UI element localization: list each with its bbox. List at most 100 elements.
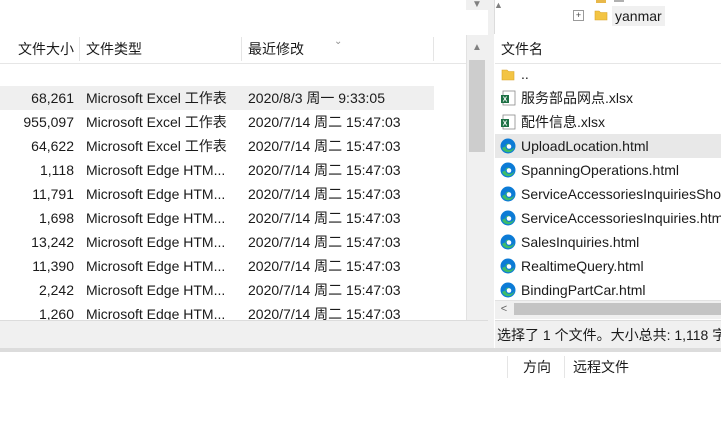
file-name: UploadLocation.html: [521, 138, 649, 154]
table-row[interactable]: 68,261 Microsoft Excel 工作表 2020/8/3 周一 9…: [0, 86, 434, 110]
file-name: BindingPartCar.html: [521, 282, 646, 298]
sort-descending-icon: ⌄: [334, 36, 343, 47]
folder-icon: [594, 10, 608, 21]
table-row[interactable]: 1,118 Microsoft Edge HTM... 2020/7/14 周二…: [0, 158, 434, 182]
edge-icon: [500, 186, 516, 202]
table-row[interactable]: 64,622 Microsoft Excel 工作表 2020/7/14 周二 …: [0, 134, 434, 158]
cell-modified: 2020/7/14 周二 15:47:03: [248, 186, 401, 202]
scroll-up-arrow-icon[interactable]: ▲: [466, 40, 488, 56]
excel-icon: X: [501, 114, 516, 130]
column-header-modified[interactable]: 最近修改: [248, 35, 304, 63]
table-row[interactable]: 11,390 Microsoft Edge HTM... 2020/7/14 周…: [0, 254, 434, 278]
list-item[interactable]: SpanningOperations.html: [495, 158, 721, 182]
column-divider[interactable]: [564, 356, 565, 378]
local-status-bar: [0, 320, 488, 349]
list-item[interactable]: X 配件信息.xlsx: [495, 110, 721, 134]
tree-expand-icon[interactable]: +: [573, 10, 584, 21]
cell-type: Microsoft Edge HTM...: [86, 234, 226, 250]
cell-modified: 2020/8/3 周一 9:33:05: [248, 90, 385, 106]
cell-type: Microsoft Edge HTM...: [86, 162, 226, 178]
list-item[interactable]: ServiceAccessoriesInquiriesSho: [495, 182, 721, 206]
column-header-type[interactable]: 文件类型: [86, 35, 142, 63]
list-item[interactable]: X 服务部品网点.xlsx: [495, 86, 721, 110]
edge-icon: [500, 282, 516, 298]
cell-size: 1,260: [38, 306, 74, 320]
file-name: 配件信息.xlsx: [521, 114, 605, 130]
column-header-remote-file[interactable]: 远程文件: [573, 352, 629, 382]
cell-modified: 2020/7/14 周二 15:47:03: [248, 210, 401, 226]
cell-type: Microsoft Edge HTM...: [86, 210, 226, 226]
list-item[interactable]: BindingPartCar.html: [495, 278, 721, 300]
cell-type: Microsoft Excel 工作表: [86, 138, 227, 154]
table-row[interactable]: 1,260 Microsoft Edge HTM... 2020/7/14 周二…: [0, 302, 434, 320]
edge-icon: [500, 210, 516, 226]
cell-type: Microsoft Excel 工作表: [86, 90, 227, 106]
excel-icon: X: [501, 90, 516, 106]
cell-size: 2,242: [38, 282, 74, 298]
scrollbar-thumb[interactable]: [469, 60, 485, 152]
pane-splitter[interactable]: [488, 0, 494, 348]
cell-modified: 2020/7/14 周二 15:47:03: [248, 162, 401, 178]
table-row[interactable]: 13,242 Microsoft Edge HTM... 2020/7/14 周…: [0, 230, 434, 254]
file-name: SalesInquiries.html: [521, 234, 640, 250]
file-name: 服务部品网点.xlsx: [521, 90, 633, 106]
scroll-left-arrow-icon[interactable]: <: [497, 300, 511, 318]
svg-text:X: X: [503, 121, 508, 128]
cell-type: Microsoft Edge HTM...: [86, 282, 226, 298]
column-header-size[interactable]: 文件大小: [18, 35, 74, 63]
selection-status-text: 选择了 1 个文件。大小总共: 1,118 字: [497, 327, 721, 343]
file-name: ServiceAccessoriesInquiriesSho: [521, 186, 721, 202]
list-item[interactable]: ServiceAccessoriesInquiries.htm: [495, 206, 721, 230]
cell-size: 64,622: [31, 138, 74, 154]
cell-type: Microsoft Edge HTM...: [86, 258, 226, 274]
list-item[interactable]: SalesInquiries.html: [495, 230, 721, 254]
list-item[interactable]: RealtimeQuery.html: [495, 254, 721, 278]
cell-size: 68,261: [31, 90, 74, 106]
cell-modified: 2020/7/14 周二 15:47:03: [248, 138, 401, 154]
cell-size: 1,118: [40, 162, 74, 178]
cell-modified: 2020/7/14 周二 15:47:03: [248, 306, 401, 320]
tree-item-partial: [614, 0, 624, 2]
table-row[interactable]: 11,791 Microsoft Edge HTM... 2020/7/14 周…: [0, 182, 434, 206]
left-top-scroll-arrow[interactable]: ▼: [466, 0, 488, 10]
remote-file-list-header: 文件名: [495, 35, 721, 64]
list-item[interactable]: ..: [495, 62, 721, 86]
left-top-strip: [0, 0, 466, 34]
edge-icon: [500, 162, 516, 178]
cell-modified: 2020/7/14 周二 15:47:03: [248, 258, 401, 274]
file-name: ServiceAccessoriesInquiries.htm: [521, 210, 721, 226]
cell-type: Microsoft Edge HTM...: [86, 186, 226, 202]
file-name: RealtimeQuery.html: [521, 258, 644, 274]
cell-modified: 2020/7/14 周二 15:47:03: [248, 114, 401, 130]
scrollbar-thumb[interactable]: [514, 303, 721, 315]
cell-size: 11,390: [32, 258, 74, 274]
table-row[interactable]: 1,698 Microsoft Edge HTM... 2020/7/14 周二…: [0, 206, 434, 230]
list-item[interactable]: UploadLocation.html: [495, 134, 721, 158]
svg-text:X: X: [503, 97, 508, 104]
cell-size: 13,242: [31, 234, 74, 250]
column-header-filename[interactable]: 文件名: [501, 35, 543, 63]
column-divider[interactable]: [241, 37, 242, 61]
edge-icon: [500, 234, 516, 250]
transfer-queue-header: 方向 远程文件: [0, 352, 721, 382]
tree-item-label[interactable]: yanmar: [612, 6, 665, 26]
cell-type: Microsoft Edge HTM...: [86, 306, 226, 320]
cell-type: Microsoft Excel 工作表: [86, 114, 227, 130]
local-file-list-header: 文件大小 文件类型 最近修改 ⌄: [0, 35, 466, 64]
remote-file-list: .. X 服务部品网点.xlsx X 配件信息.xlsx UploadLocat…: [495, 62, 721, 300]
cell-size: 1,698: [38, 210, 74, 226]
column-divider[interactable]: [507, 356, 508, 378]
tree-scroll-arrow[interactable]: ▲: [494, 0, 504, 12]
column-divider[interactable]: [433, 37, 434, 61]
cell-size: 11,791: [32, 186, 74, 202]
edge-icon: [500, 138, 516, 154]
table-row[interactable]: 955,097 Microsoft Excel 工作表 2020/7/14 周二…: [0, 110, 434, 134]
table-row[interactable]: 2,242 Microsoft Edge HTM... 2020/7/14 周二…: [0, 278, 434, 302]
folder-icon: [501, 69, 515, 81]
file-name: SpanningOperations.html: [521, 162, 679, 178]
tree-folder-icon: [596, 0, 606, 3]
column-divider[interactable]: [79, 37, 80, 61]
column-header-direction[interactable]: 方向: [523, 352, 551, 382]
cell-size: 955,097: [23, 114, 74, 130]
file-name: ..: [521, 66, 529, 82]
